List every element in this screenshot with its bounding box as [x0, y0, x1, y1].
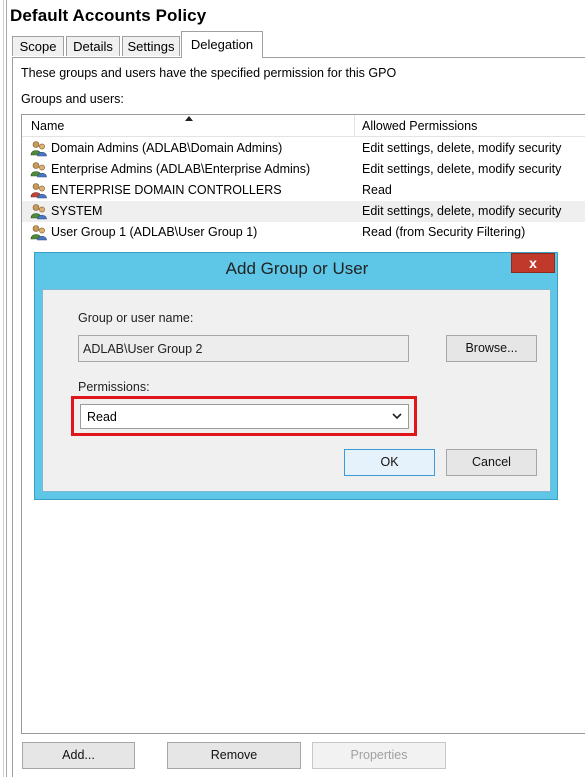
permissions-label: Permissions:	[78, 380, 150, 394]
add-group-or-user-dialog: Add Group or User x Group or user name: …	[34, 252, 558, 500]
tab-panel-border	[12, 57, 13, 777]
member-name: Enterprise Admins (ADLAB\Enterprise Admi…	[51, 162, 311, 176]
member-name: User Group 1 (ADLAB\User Group 1)	[51, 225, 258, 239]
chevron-down-icon	[392, 413, 402, 420]
gpo-window: Default Accounts Policy Scope Details Se…	[0, 0, 585, 777]
list-item[interactable]: Enterprise Admins (ADLAB\Enterprise Admi…	[22, 159, 585, 180]
permissions-dropdown[interactable]: Read	[80, 404, 409, 429]
group-user-name-label: Group or user name:	[78, 311, 194, 325]
member-permission: Edit settings, delete, modify security	[362, 141, 562, 155]
add-button[interactable]: Add...	[22, 742, 135, 769]
browse-button[interactable]: Browse...	[446, 335, 537, 362]
close-icon: x	[529, 255, 537, 271]
list-item[interactable]: Domain Admins (ADLAB\Domain Admins) Edit…	[22, 138, 585, 159]
remove-button[interactable]: Remove	[167, 742, 301, 769]
dialog-title: Add Group or User	[225, 259, 369, 278]
user-group-icon	[30, 225, 47, 241]
groups-users-label: Groups and users:	[21, 92, 124, 106]
column-header-permissions[interactable]: Allowed Permissions	[362, 119, 477, 133]
tab-panel-border	[12, 57, 585, 58]
list-item[interactable]: SYSTEM Edit settings, delete, modify sec…	[22, 201, 585, 222]
user-group-icon	[30, 204, 47, 220]
list-item[interactable]: User Group 1 (ADLAB\User Group 1) Read (…	[22, 222, 585, 243]
tab-details[interactable]: Details	[66, 36, 120, 56]
permissions-selected-value: Read	[87, 410, 117, 424]
member-name: SYSTEM	[51, 204, 103, 218]
close-button[interactable]: x	[511, 253, 555, 273]
user-group-icon	[30, 141, 47, 157]
member-permission: Edit settings, delete, modify security	[362, 204, 562, 218]
member-permission: Read	[362, 183, 392, 197]
window-edge	[3, 0, 4, 777]
list-item[interactable]: ENTERPRISE DOMAIN CONTROLLERS Read	[22, 180, 585, 201]
column-header-name[interactable]: Name	[31, 119, 64, 133]
window-title: Default Accounts Policy	[10, 6, 207, 25]
tab-delegation[interactable]: Delegation	[181, 31, 263, 58]
delegation-description: These groups and users have the specifie…	[21, 66, 397, 80]
user-group-icon	[30, 183, 47, 199]
column-separator[interactable]	[354, 115, 355, 136]
member-permission: Edit settings, delete, modify security	[362, 162, 562, 176]
user-group-icon	[30, 162, 47, 178]
tab-settings[interactable]: Settings	[122, 36, 180, 56]
properties-button[interactable]: Properties	[312, 742, 446, 769]
tab-scope[interactable]: Scope	[12, 36, 64, 56]
permissions-highlight: Read	[71, 396, 417, 436]
cancel-button[interactable]: Cancel	[446, 449, 537, 476]
member-permission: Read (from Security Filtering)	[362, 225, 526, 239]
member-name: ENTERPRISE DOMAIN CONTROLLERS	[51, 183, 282, 197]
list-header: Name Allowed Permissions	[22, 115, 585, 137]
group-user-name-input[interactable]	[78, 335, 409, 362]
dialog-body: Group or user name: Browse... Permission…	[42, 289, 551, 492]
ok-button[interactable]: OK	[344, 449, 435, 476]
window-edge	[6, 0, 7, 777]
member-name: Domain Admins (ADLAB\Domain Admins)	[51, 141, 283, 155]
sort-ascending-icon	[185, 116, 193, 121]
